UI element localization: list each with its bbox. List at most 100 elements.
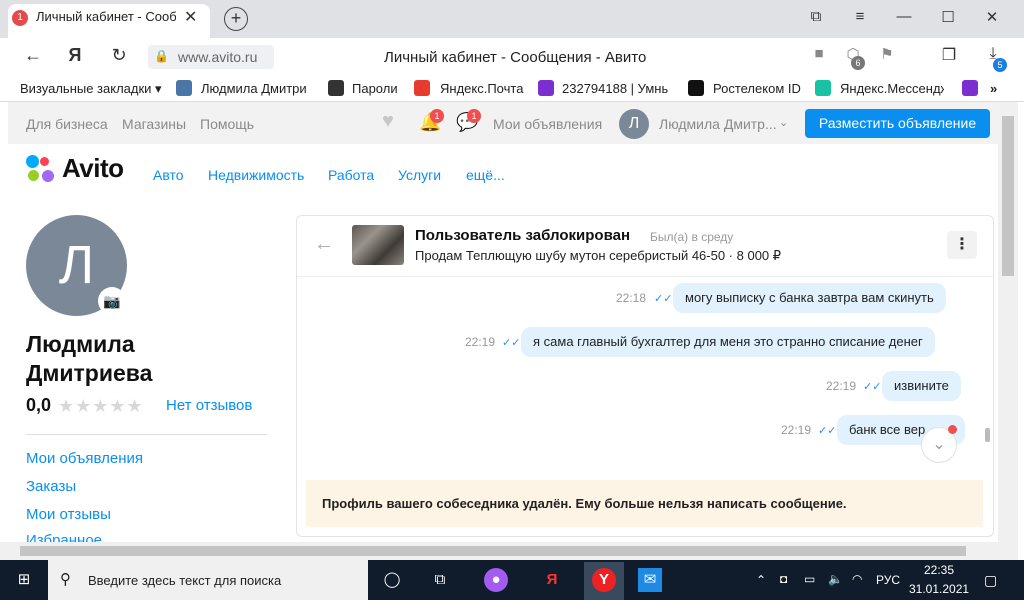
link-help[interactable]: Помощь bbox=[200, 116, 254, 132]
tab-favicon-badge: 1 bbox=[12, 10, 28, 26]
mail-icon bbox=[414, 80, 430, 96]
menu-my-reviews[interactable]: Мои отзывы bbox=[26, 506, 111, 523]
tray-wifi-icon[interactable]: ◠ bbox=[852, 572, 862, 586]
item-thumbnail[interactable] bbox=[352, 225, 404, 265]
rating-stars: ★★★★★ bbox=[58, 396, 144, 416]
avito-logo-icon[interactable] bbox=[26, 155, 58, 185]
rating-value: 0,0 bbox=[26, 395, 52, 415]
camera-icon[interactable]: 📷 bbox=[98, 287, 126, 315]
bookmark-vk[interactable]: Людмила Дмитри bbox=[201, 81, 311, 96]
messages-badge: 1 bbox=[467, 109, 481, 123]
tray-battery-icon[interactable]: ▭ bbox=[804, 572, 815, 586]
bookmark-extra-icon[interactable] bbox=[962, 80, 978, 96]
link-shops[interactable]: Магазины bbox=[122, 116, 186, 132]
nav-realty[interactable]: Недвижимость bbox=[208, 167, 304, 183]
page-horizontal-scroll-thumb[interactable] bbox=[20, 546, 966, 556]
bookmark-rostelecom[interactable]: Ростелеком ID bbox=[713, 81, 801, 96]
back-icon[interactable]: ← bbox=[22, 45, 44, 66]
message-bubble: извините bbox=[882, 371, 961, 401]
last-seen: Был(а) в среду bbox=[650, 230, 734, 244]
message-bubble: могу выписку с банка завтра вам скинуть bbox=[673, 283, 946, 313]
post-ad-button[interactable]: Разместить объявление bbox=[805, 109, 990, 138]
message-bubble: я сама главный бухгалтер для меня это ст… bbox=[521, 327, 935, 357]
my-ads-link[interactable]: Мои объявления bbox=[493, 116, 602, 132]
blocked-notice-text: Профиль вашего собеседника удалён. Ему б… bbox=[322, 496, 847, 511]
nav-jobs[interactable]: Работа bbox=[328, 167, 374, 183]
chat-user-name: Пользователь заблокирован bbox=[415, 227, 631, 244]
close-window-icon[interactable]: ✕ bbox=[982, 8, 1002, 26]
download-badge: 5 bbox=[993, 58, 1007, 72]
tray-meet-icon[interactable]: ◘ bbox=[780, 572, 787, 586]
message-time: 22:19 bbox=[781, 423, 812, 437]
chevron-down-icon[interactable]: ⌄ bbox=[779, 116, 788, 129]
profile-name: Людмила Дмитриева bbox=[26, 331, 153, 386]
page-vertical-scroll-thumb[interactable] bbox=[1002, 116, 1014, 276]
bookmark-messenger[interactable]: Яндекс.Мессендж bbox=[840, 81, 944, 96]
more-options-icon[interactable]: ⋮ bbox=[947, 231, 977, 259]
new-tab-icon[interactable]: + bbox=[224, 7, 248, 31]
nav-more[interactable]: ещё... bbox=[466, 167, 505, 183]
nav-services[interactable]: Услуги bbox=[398, 167, 441, 183]
user-menu[interactable]: Людмила Дмитр... bbox=[659, 116, 777, 132]
tray-sound-icon[interactable]: 🔈 bbox=[828, 572, 843, 586]
task-view-circle-icon[interactable]: ◯ bbox=[380, 568, 404, 592]
chat-header-divider bbox=[297, 276, 993, 277]
divider bbox=[26, 434, 267, 435]
more-bookmarks-icon[interactable]: » bbox=[990, 81, 997, 96]
read-check-icon: ✓✓ bbox=[654, 293, 673, 305]
search-placeholder[interactable]: Введите здесь текст для поиска bbox=[88, 573, 281, 588]
chat-item-title[interactable]: Продам Теплющую шубу мутон серебристый 4… bbox=[415, 248, 781, 264]
maximize-icon[interactable]: ☐ bbox=[938, 8, 958, 26]
chat-scrollbar[interactable] bbox=[985, 428, 990, 442]
back-arrow-icon[interactable]: ← bbox=[314, 233, 334, 256]
bookmark-icon[interactable]: ⚑ bbox=[876, 45, 898, 63]
collections-icon[interactable]: ❐ bbox=[938, 45, 960, 65]
bookmark-visual[interactable]: Визуальные закладки ▾ bbox=[20, 81, 162, 97]
yandex-browser-icon[interactable]: Y bbox=[584, 562, 624, 600]
windows-start-icon[interactable]: ⊞ bbox=[12, 568, 36, 592]
avatar[interactable]: Л bbox=[619, 109, 649, 139]
menu-my-ads[interactable]: Мои объявления bbox=[26, 450, 143, 467]
nav-auto[interactable]: Авто bbox=[153, 167, 184, 183]
reviews-link[interactable]: Нет отзывов bbox=[166, 397, 252, 414]
language-indicator[interactable]: РУС bbox=[876, 573, 900, 587]
bookmark-smart[interactable]: 232794188 | Умны bbox=[562, 81, 668, 96]
read-check-icon: ✓✓ bbox=[502, 337, 521, 349]
tab-close-icon[interactable]: ✕ bbox=[184, 7, 197, 27]
message-time: 22:19 bbox=[826, 379, 857, 393]
yandex-app-icon[interactable]: Я bbox=[540, 568, 564, 592]
message-time: 22:18 bbox=[616, 291, 647, 305]
clock-time[interactable]: 22:35 bbox=[924, 563, 954, 577]
tab-title: Личный кабинет - Сооб bbox=[36, 9, 176, 24]
bookmark-mail[interactable]: Яндекс.Почта bbox=[440, 81, 523, 96]
search-icon: ⚲ bbox=[60, 571, 71, 588]
unread-dot bbox=[948, 425, 957, 434]
rostelecom-icon bbox=[688, 80, 704, 96]
reload-icon[interactable]: ↻ bbox=[108, 45, 130, 66]
chat-icon[interactable]: ■ bbox=[808, 45, 830, 62]
menu-orders[interactable]: Заказы bbox=[26, 478, 76, 495]
extension-badge: 6 bbox=[851, 56, 865, 70]
passwords-icon bbox=[328, 80, 344, 96]
minimize-icon[interactable]: — bbox=[894, 8, 914, 25]
favorites-heart-icon[interactable]: ♥ bbox=[382, 110, 394, 133]
bookmark-passwords[interactable]: Пароли bbox=[352, 81, 398, 96]
notification-center-icon[interactable]: ▢ bbox=[984, 572, 997, 589]
tray-chevron-icon[interactable]: ⌃ bbox=[756, 573, 766, 587]
tabs-icon[interactable]: ⧉ bbox=[806, 8, 826, 25]
vk-icon bbox=[176, 80, 192, 96]
link-business[interactable]: Для бизнеса bbox=[26, 116, 108, 132]
mail-app-icon[interactable]: ✉ bbox=[638, 568, 662, 592]
clock-date[interactable]: 31.01.2021 bbox=[909, 582, 969, 596]
menu-icon[interactable]: ≡ bbox=[850, 8, 870, 25]
alice-icon[interactable]: ● bbox=[484, 568, 508, 592]
read-check-icon: ✓✓ bbox=[818, 425, 837, 437]
page-title: Личный кабинет - Сообщения - Авито bbox=[384, 49, 647, 66]
read-check-icon: ✓✓ bbox=[863, 381, 882, 393]
avito-logo[interactable]: Avito bbox=[62, 153, 124, 184]
url-text[interactable]: www.avito.ru bbox=[178, 49, 257, 65]
menu-favorites[interactable]: Избранное bbox=[26, 532, 102, 542]
message-time: 22:19 bbox=[465, 335, 496, 349]
task-view-icon[interactable]: ⧉ bbox=[428, 568, 452, 592]
yandex-icon[interactable]: Я bbox=[64, 45, 86, 66]
